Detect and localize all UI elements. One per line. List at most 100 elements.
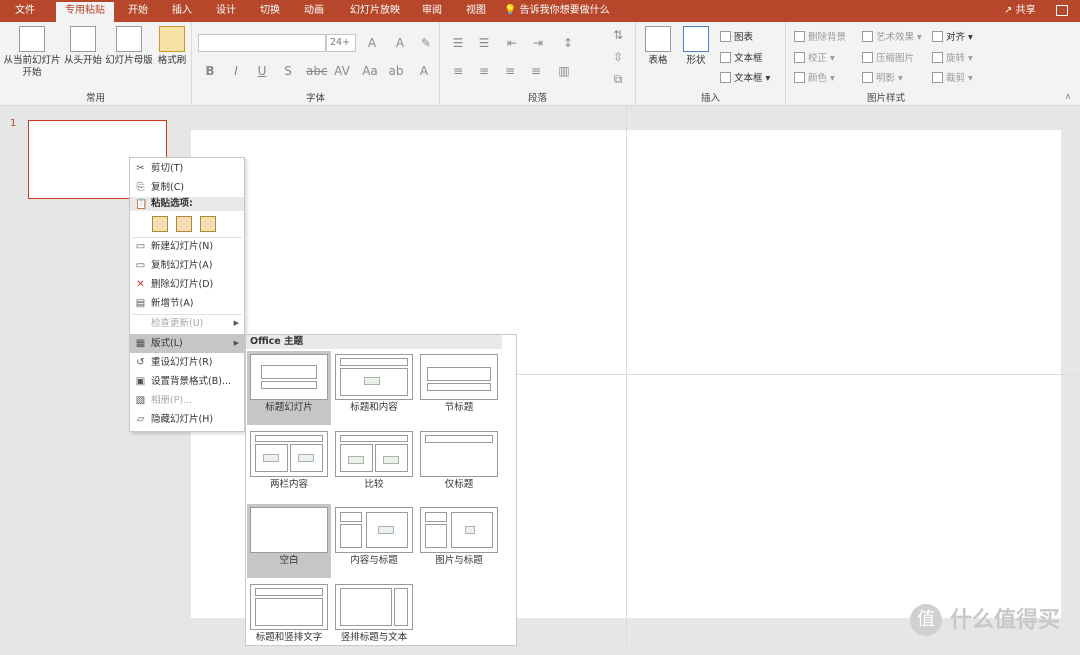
menu-duplicate-slide[interactable]: ▭ 复制幻灯片(A) <box>130 256 244 275</box>
grow-font-icon[interactable]: A <box>364 36 380 50</box>
paste-keep-format-icon[interactable] <box>176 216 192 232</box>
group-paragraph: ☰ ☰ ⇤ ⇥ ↕ ≡ ≡ ≡ ≡ ▥ ⇅ ⇳ ⧉ 段落 <box>440 22 636 106</box>
remove-bg-button[interactable]: 删除背景 <box>794 29 846 43</box>
bold-icon[interactable]: B <box>202 64 218 78</box>
layout-name: 比较 <box>364 479 384 490</box>
textbox-dropdown-label: 文本框 <box>734 73 763 84</box>
art-effects-button[interactable]: 艺术效果 ▾ <box>862 29 922 43</box>
align-text-icon[interactable]: ⇳ <box>610 50 626 64</box>
layout-preview <box>250 431 328 477</box>
shadow-icon[interactable]: S <box>280 64 296 78</box>
rotate-button[interactable]: 旋转 ▾ <box>932 50 973 64</box>
menu-new-section[interactable]: ▤ 新增节(A) <box>130 294 244 313</box>
line-spacing-icon[interactable]: ↕ <box>560 36 576 50</box>
italic-icon[interactable]: I <box>228 64 244 78</box>
clear-format-icon[interactable]: ✎ <box>418 36 434 50</box>
title-bar: 文件 专用粘贴 开始 插入 设计 切换 动画 幻灯片放映 审阅 视图 💡 告诉我… <box>0 0 1080 22</box>
menu-photo-album[interactable]: ▧ 相册(P)... <box>130 391 244 410</box>
share-button[interactable]: ↗ 共享 <box>1004 0 1036 22</box>
smartart-icon[interactable]: ⧉ <box>610 72 626 87</box>
numbering-icon[interactable]: ☰ <box>476 36 492 50</box>
table-button[interactable]: 表格 <box>640 26 676 67</box>
justify-icon[interactable]: ≡ <box>528 64 544 78</box>
tell-me-label: 告诉我你想要做什么 <box>519 5 610 16</box>
format-bg-icon: ▣ <box>135 376 146 387</box>
tab-slideshow[interactable]: 幻灯片放映 <box>342 0 408 22</box>
menu-new-slide[interactable]: ▭ 新建幻灯片(N) <box>130 237 244 256</box>
layout-title-slide[interactable]: 标题幻灯片 <box>247 351 331 425</box>
menu-copy[interactable]: ⎘ 复制(C) <box>130 178 244 197</box>
placeholder-box <box>425 435 493 443</box>
font-size-select[interactable]: 24+ <box>326 34 356 52</box>
tab-animations[interactable]: 动画 <box>296 0 332 22</box>
layout-title-vertical-text[interactable]: 标题和竖排文字 <box>247 581 331 655</box>
menu-delete-slide[interactable]: ✕ 删除幻灯片(D) <box>130 275 244 294</box>
layout-title-content[interactable]: 标题和内容 <box>332 351 416 425</box>
paste-text-only-icon[interactable] <box>200 216 216 232</box>
font-color-icon[interactable]: A <box>416 64 432 78</box>
tab-paste-special[interactable]: 专用粘贴 <box>56 2 114 22</box>
increase-indent-icon[interactable]: ⇥ <box>530 36 546 50</box>
layout-comparison[interactable]: 比较 <box>332 428 416 502</box>
layout-content-caption[interactable]: 内容与标题 <box>332 504 416 578</box>
layout-name: 内容与标题 <box>350 555 398 566</box>
tell-me-box[interactable]: 💡 告诉我你想要做什么 <box>504 0 610 22</box>
text-direction-icon[interactable]: ⇅ <box>610 28 626 42</box>
format-painter-button[interactable]: 格式刷 <box>154 26 190 67</box>
placeholder-box <box>261 365 317 379</box>
layout-picture-caption[interactable]: 图片与标题 <box>417 504 501 578</box>
underline-icon[interactable]: U <box>254 64 270 78</box>
menu-format-background[interactable]: ▣ 设置背景格式(B)... <box>130 372 244 391</box>
layout-vertical-title-text[interactable]: 竖排标题与文本 <box>332 581 416 655</box>
chart-button[interactable]: 图表 <box>720 29 753 43</box>
section-icon: ▤ <box>135 298 146 309</box>
columns-icon[interactable]: ▥ <box>556 64 572 78</box>
compress-button[interactable]: 压缩图片 <box>862 50 914 64</box>
shape-button[interactable]: 形状 <box>678 26 714 67</box>
tab-design[interactable]: 设计 <box>208 0 244 22</box>
menu-photo-album-label: 相册(P)... <box>151 395 193 406</box>
tab-transitions[interactable]: 切换 <box>252 0 288 22</box>
from-current-slide-button[interactable]: 从当前幻灯片开始 <box>2 26 62 79</box>
color-button[interactable]: 颜色 ▾ <box>794 70 835 84</box>
textbox-dropdown[interactable]: 文本框 ▾ <box>720 70 770 84</box>
layout-section-header[interactable]: 节标题 <box>417 351 501 425</box>
menu-layout[interactable]: ▦ 版式(L) ▶ <box>130 334 244 353</box>
char-spacing-icon[interactable]: AV <box>334 64 350 78</box>
font-family-select[interactable] <box>198 34 326 52</box>
align-left-icon[interactable]: ≡ <box>450 64 466 78</box>
correct-button[interactable]: 校正 ▾ <box>794 50 835 64</box>
reset-picture-label: 明影 <box>876 73 896 84</box>
tab-file[interactable]: 文件 <box>0 0 50 22</box>
menu-check-updates[interactable]: 检查更新(U) ▶ <box>130 314 244 333</box>
align-right-icon[interactable]: ≡ <box>502 64 518 78</box>
menu-cut[interactable]: ✂ 剪切(T) <box>130 159 244 178</box>
layout-two-content[interactable]: 两栏内容 <box>247 428 331 502</box>
collapse-ribbon-icon[interactable]: ∧ <box>1060 92 1076 102</box>
slide-master-button[interactable]: 幻灯片母版 <box>104 26 154 67</box>
tab-review[interactable]: 审阅 <box>414 0 450 22</box>
reset-picture-button[interactable]: 明影 ▾ <box>862 70 903 84</box>
shrink-font-icon[interactable]: A <box>392 36 408 50</box>
remove-bg-label: 删除背景 <box>808 32 847 43</box>
paste-destination-theme-icon[interactable] <box>152 216 168 232</box>
change-case-icon[interactable]: Aa <box>362 64 378 78</box>
menu-reset-slide[interactable]: ↺ 重设幻灯片(R) <box>130 353 244 372</box>
align-button[interactable]: 对齐 ▾ <box>932 29 973 43</box>
align-center-icon[interactable]: ≡ <box>476 64 492 78</box>
decrease-indent-icon[interactable]: ⇤ <box>504 36 520 50</box>
layout-title-only[interactable]: 仅标题 <box>417 428 501 502</box>
menu-new-slide-label: 新建幻灯片(N) <box>151 241 214 252</box>
layout-blank[interactable]: 空白 <box>247 504 331 578</box>
menu-hide-slide[interactable]: ▱ 隐藏幻灯片(H) <box>130 410 244 429</box>
highlight-icon[interactable]: ab <box>388 64 404 78</box>
bullets-icon[interactable]: ☰ <box>450 36 466 50</box>
strikethrough-icon[interactable]: abc <box>306 64 328 78</box>
crop-button[interactable]: 裁剪 ▾ <box>932 70 973 84</box>
tab-insert[interactable]: 插入 <box>164 0 200 22</box>
tab-home[interactable]: 开始 <box>120 0 156 22</box>
comment-icon[interactable] <box>1056 5 1068 16</box>
from-beginning-button[interactable]: 从头开始 <box>62 26 104 67</box>
tab-view[interactable]: 视图 <box>458 0 494 22</box>
textbox-button[interactable]: 文本框 <box>720 50 763 64</box>
